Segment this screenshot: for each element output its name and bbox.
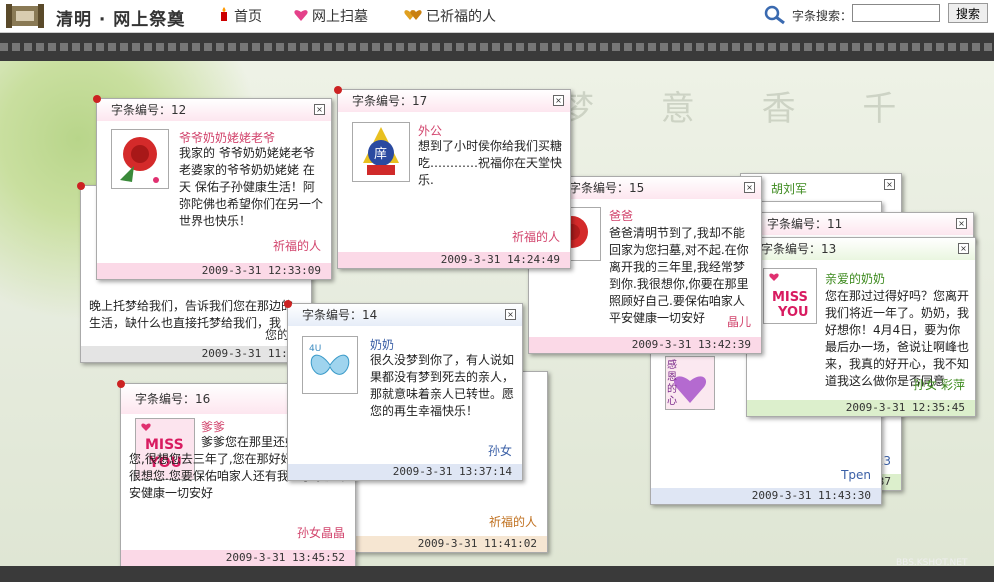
nav-home[interactable]: 首页 bbox=[218, 6, 262, 26]
close-icon[interactable]: × bbox=[744, 182, 755, 193]
note-card-14[interactable]: 字条编号：14 × 4U 奶奶 很久没梦到你了，有人说如果都没有梦到死去的亲人，… bbox=[284, 300, 523, 481]
note-image: MISS YOU bbox=[763, 268, 817, 324]
note-name: 外公 bbox=[418, 124, 443, 138]
note-image: 4U bbox=[302, 336, 358, 394]
note-id-label: 字条编号：11 bbox=[753, 213, 973, 235]
note-date: 2009-3-31 13:37:14 bbox=[392, 465, 512, 478]
note-date: 2009-3-31 13:42:39 bbox=[631, 338, 751, 351]
note-signature: 孙女晶晶 bbox=[296, 526, 345, 540]
note-id-label: 字条编号：13 bbox=[747, 238, 975, 260]
note-image-caption: 感恩的心 bbox=[667, 360, 677, 407]
close-icon[interactable]: × bbox=[884, 179, 895, 190]
note-name: 爹爹 bbox=[201, 420, 226, 434]
search-button[interactable]: 搜索 bbox=[948, 3, 988, 23]
nav-sweep-tomb[interactable]: 网上扫墓 bbox=[294, 6, 368, 26]
site-title: 清明 · 网上祭奠 bbox=[56, 10, 186, 30]
double-heart-icon bbox=[404, 9, 422, 25]
note-card-12[interactable]: 字条编号：12 × 爷爷奶奶姥姥老爷 我家的 爷爷奶奶姥姥老爷 老婆家的爷爷奶奶… bbox=[93, 95, 332, 280]
close-icon[interactable]: × bbox=[505, 309, 516, 320]
note-id-label: 字条编号：14 bbox=[288, 304, 522, 326]
note-card-13[interactable]: 字条编号：13 × MISS YOU 亲爱的奶奶 您在那过过得好吗？您离开我们将近… bbox=[743, 234, 976, 417]
nav-blessed-people[interactable]: 已祈福的人 bbox=[404, 6, 496, 26]
note-signature: 孙女 bbox=[487, 444, 512, 458]
note-name: 奶奶 bbox=[370, 338, 395, 352]
note-signature: Tpen bbox=[841, 468, 871, 482]
note-image bbox=[111, 129, 169, 189]
heart-icon bbox=[294, 9, 308, 25]
note-name: 爷爷奶奶姥姥老爷 bbox=[179, 131, 276, 145]
note-name: 亲爱的奶奶 bbox=[825, 272, 886, 286]
note-message: 您在那过过得好吗？您离开我们将近一年了。奶奶，我好想你！4月4日，要为你最后办一… bbox=[825, 289, 970, 388]
note-message: 我家的 爷爷奶奶姥姥老爷 老婆家的爷爷奶奶姥姥 在天 保佑子孙健康生活！阿弥陀佛… bbox=[179, 146, 324, 228]
message-wall: 梦 意 香 千 晚上托梦给我们，告诉我们您在那边的生活，缺什么也直接托梦给我们，… bbox=[0, 61, 994, 566]
close-icon[interactable]: × bbox=[956, 218, 967, 229]
note-date: 2009-3-31 11:41:02 bbox=[417, 537, 537, 550]
note-date: 2009-3-31 14:24:49 bbox=[440, 253, 560, 266]
watermark: BBS.KSHOT.NET bbox=[896, 558, 968, 568]
search-label: 字条搜索： bbox=[792, 9, 853, 23]
note-signature: 祈福的人 bbox=[272, 239, 321, 253]
note-signature: 孙女 彩萍 bbox=[913, 378, 965, 392]
note-card-17[interactable]: 字条编号：17 × 庠 外公 想到了小时侯你给我们买糖吃…………祝福你在天堂快乐… bbox=[334, 86, 571, 269]
close-icon[interactable]: × bbox=[314, 104, 325, 115]
nav-home-label: 首页 bbox=[234, 9, 262, 25]
candle-icon bbox=[218, 7, 230, 25]
note-date: 2009-3-31 11:43:30 bbox=[751, 489, 871, 502]
search-input[interactable] bbox=[852, 4, 940, 22]
note-name: 胡刘军 bbox=[771, 182, 808, 196]
note-image: 庠 bbox=[352, 122, 410, 182]
svg-text:MISS: MISS bbox=[772, 290, 808, 305]
svg-text:庠: 庠 bbox=[374, 147, 387, 162]
close-icon[interactable]: × bbox=[958, 243, 969, 254]
film-strip-banner bbox=[0, 33, 994, 61]
note-signature: 祈福的人 bbox=[488, 515, 537, 529]
note-message: 爸爸清明节到了,我却不能回家为您扫墓,对不起.在你离开我的三年里,我经常梦到你.… bbox=[609, 226, 749, 325]
note-date: 2009-3-31 13:45:52 bbox=[225, 551, 345, 564]
note-message: 想到了小时侯你给我们买糖吃…………祝福你在天堂快乐. bbox=[418, 139, 563, 187]
note-signature: 祈福的人 bbox=[511, 230, 560, 244]
note-id-label: 字条编号：12 bbox=[97, 99, 331, 121]
note-name: 爸爸 bbox=[609, 209, 634, 223]
note-id-label: 字条编号：17 bbox=[338, 90, 570, 112]
scroll-logo-icon bbox=[6, 4, 44, 28]
nav-sweep-tomb-label: 网上扫墓 bbox=[312, 9, 368, 25]
search-magnifier-icon bbox=[762, 4, 788, 29]
note-date: 2009-3-31 12:35:45 bbox=[845, 401, 965, 414]
svg-text:YOU: YOU bbox=[777, 305, 809, 320]
note-message: 很久没梦到你了，有人说如果都没有梦到死去的亲人，那就意味着亲人已转世。愿您的再生… bbox=[370, 353, 515, 418]
svg-text:4U: 4U bbox=[309, 344, 321, 354]
top-bar: 清明 · 网上祭奠 首页 网上扫墓 已祈福的人 字条搜索： 搜索 bbox=[0, 0, 994, 33]
close-icon[interactable]: × bbox=[553, 95, 564, 106]
note-signature: 晶儿 bbox=[726, 315, 751, 329]
bottom-bar bbox=[0, 566, 994, 582]
note-date: 2009-3-31 12:33:09 bbox=[201, 264, 321, 277]
nav-blessed-people-label: 已祈福的人 bbox=[426, 9, 496, 25]
